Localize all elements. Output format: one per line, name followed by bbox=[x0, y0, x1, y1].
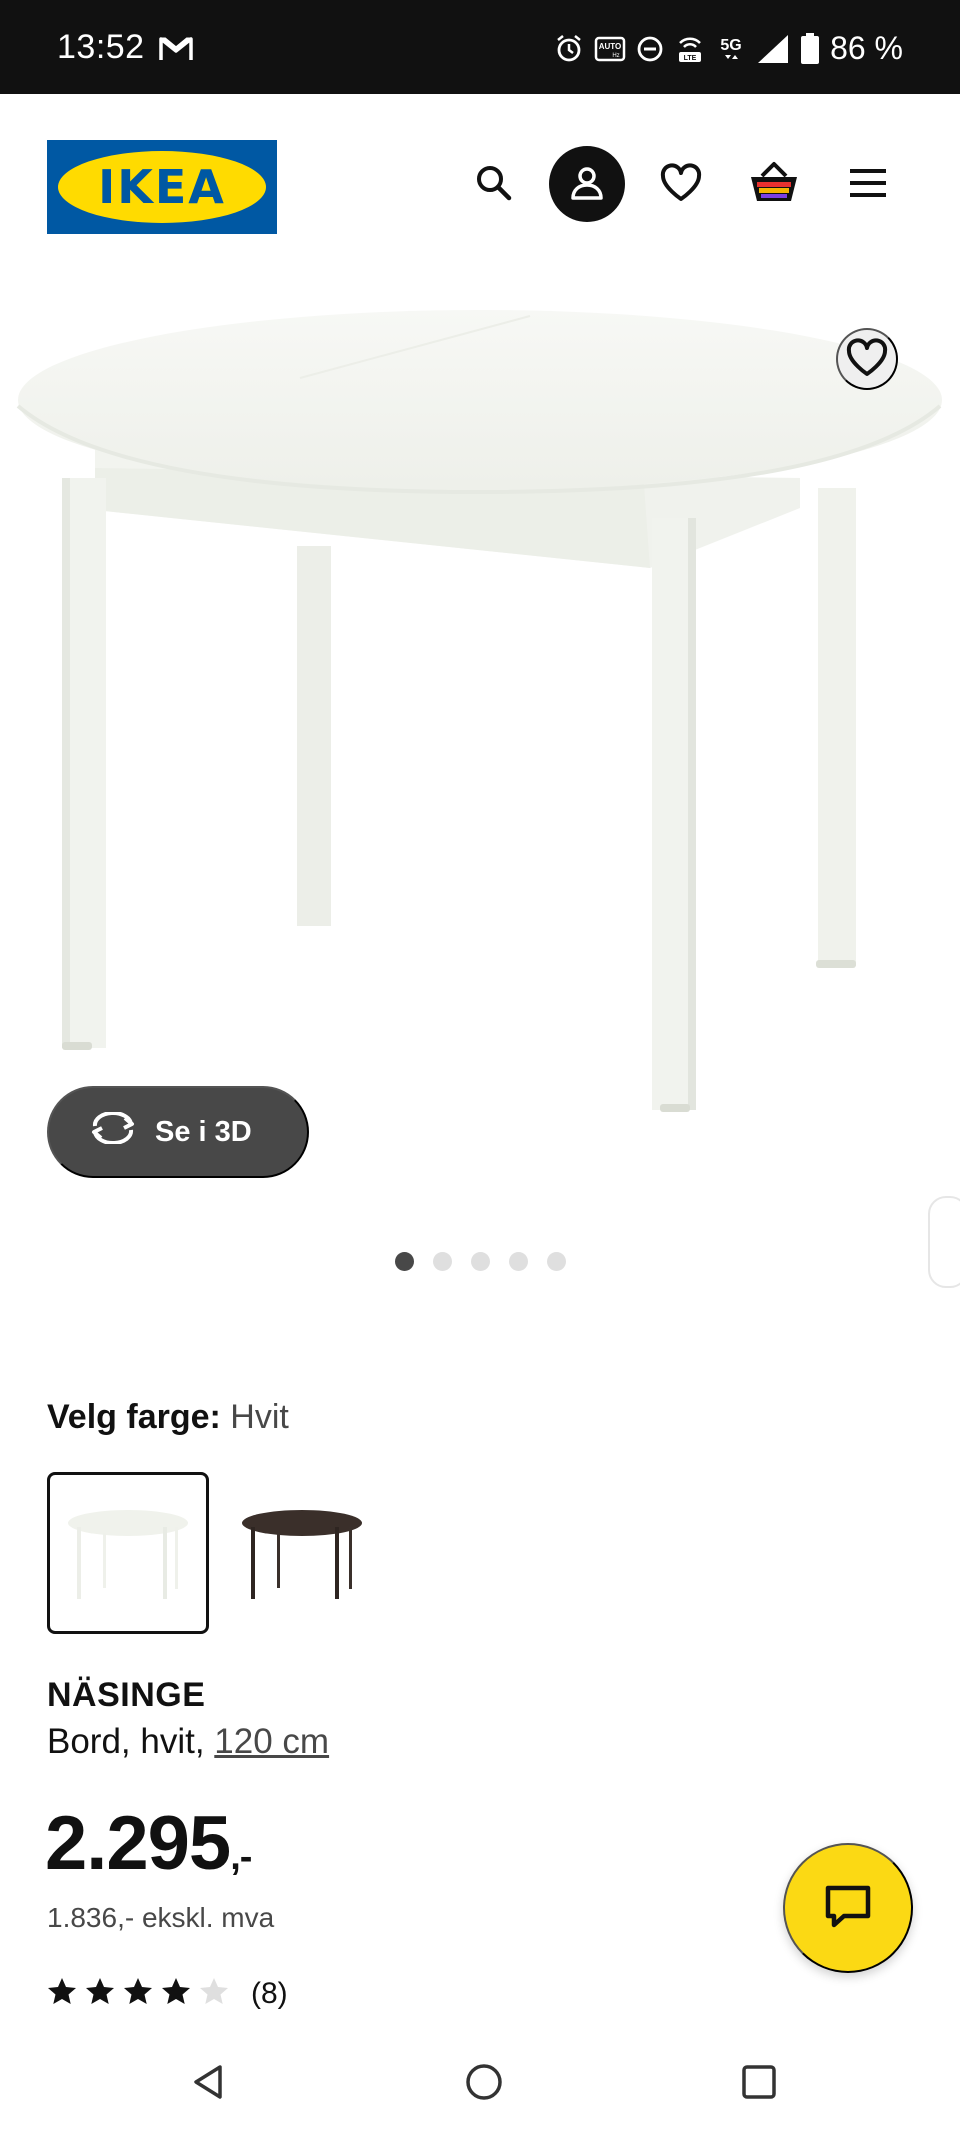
dnd-icon bbox=[636, 35, 664, 63]
product-gallery[interactable]: Se i 3D bbox=[0, 278, 960, 1328]
price-ex-vat: 1.836,- ekskl. mva bbox=[47, 1902, 275, 1933]
basket-icon bbox=[748, 160, 800, 209]
back-icon bbox=[188, 2062, 228, 2105]
nav-recents-button[interactable] bbox=[733, 2057, 785, 2109]
ikea-logo[interactable]: IKEA bbox=[47, 140, 277, 234]
star-icon bbox=[85, 1976, 115, 2011]
status-icons: AUTO Hz LTE 5G 86 % bbox=[554, 30, 903, 67]
system-nav-bar bbox=[0, 2033, 960, 2133]
image-favorite-button[interactable] bbox=[836, 328, 898, 390]
account-button[interactable] bbox=[549, 146, 625, 222]
auto-hz-icon: AUTO Hz bbox=[594, 34, 626, 64]
menu-icon bbox=[848, 167, 888, 202]
star-empty-icon bbox=[199, 1976, 229, 2011]
side-panel-handle[interactable] bbox=[928, 1196, 960, 1288]
carousel-dot[interactable] bbox=[395, 1252, 414, 1271]
heart-icon bbox=[659, 162, 703, 206]
product-image bbox=[16, 296, 942, 1112]
volte-icon: LTE bbox=[674, 33, 706, 65]
product-name: NÄSINGE bbox=[47, 1676, 206, 1714]
nav-back-button[interactable] bbox=[182, 2057, 234, 2109]
product-description: Bord, hvit, 120 cm bbox=[47, 1722, 329, 1762]
gmail-icon bbox=[158, 34, 194, 67]
view-3d-label: Se i 3D bbox=[155, 1115, 252, 1148]
search-button[interactable] bbox=[456, 146, 532, 222]
price-main: 2.295 bbox=[45, 1801, 231, 1886]
menu-button[interactable] bbox=[830, 146, 906, 222]
favorites-button[interactable] bbox=[643, 146, 719, 222]
status-bar: 13:52 AUTO Hz LTE 5G 86 % bbox=[0, 0, 960, 94]
star-icon bbox=[47, 1976, 77, 2011]
product-rating[interactable]: (8) bbox=[47, 1976, 288, 2011]
auto-label: AUTO bbox=[599, 42, 622, 51]
chat-button[interactable] bbox=[783, 1843, 913, 1973]
home-icon bbox=[463, 2061, 505, 2106]
carousel-dot[interactable] bbox=[547, 1252, 566, 1271]
color-label-key: Velg farge: bbox=[47, 1398, 221, 1436]
product-price: 2.295,- bbox=[45, 1800, 252, 1887]
carousel-dot[interactable] bbox=[509, 1252, 528, 1271]
carousel-dot[interactable] bbox=[433, 1252, 452, 1271]
volte-label: LTE bbox=[684, 55, 697, 62]
carousel-dot[interactable] bbox=[471, 1252, 490, 1271]
search-icon bbox=[474, 163, 514, 206]
battery-icon bbox=[800, 32, 820, 65]
signal-icon bbox=[756, 33, 790, 65]
network-label: 5G bbox=[720, 37, 741, 54]
heart-icon bbox=[845, 337, 889, 381]
chat-icon bbox=[824, 1884, 872, 1933]
star-icon bbox=[123, 1976, 153, 2011]
dark-brown-table-swatch[interactable] bbox=[221, 1472, 383, 1634]
star-icon bbox=[161, 1976, 191, 2011]
size-link[interactable]: 120 cm bbox=[214, 1722, 329, 1761]
rotate-3d-icon bbox=[89, 1110, 137, 1152]
battery-percent: 86 % bbox=[830, 30, 903, 66]
price-suffix: ,- bbox=[230, 1836, 252, 1878]
alarm-icon bbox=[554, 34, 584, 64]
recents-icon bbox=[740, 2063, 778, 2104]
product-description-text: Bord, hvit, bbox=[47, 1722, 215, 1761]
nav-home-button[interactable] bbox=[458, 2057, 510, 2109]
cart-button[interactable] bbox=[736, 146, 812, 222]
site-header: IKEA bbox=[0, 94, 960, 278]
white-table-thumbnail bbox=[68, 1510, 188, 1599]
white-table-swatch[interactable] bbox=[47, 1472, 209, 1634]
rating-count: (8) bbox=[251, 1976, 288, 2010]
status-time: 13:52 bbox=[57, 28, 145, 66]
logo-text: IKEA bbox=[98, 160, 226, 214]
view-3d-button[interactable]: Se i 3D bbox=[47, 1086, 309, 1178]
dark-table-thumbnail bbox=[242, 1510, 362, 1599]
5g-icon: 5G bbox=[716, 33, 746, 65]
hz-label: Hz bbox=[612, 53, 619, 59]
carousel-dots bbox=[395, 1252, 566, 1271]
account-icon bbox=[567, 163, 607, 206]
color-selected-value: Hvit bbox=[230, 1398, 289, 1436]
color-picker-label: Velg farge: Hvit bbox=[47, 1398, 289, 1437]
